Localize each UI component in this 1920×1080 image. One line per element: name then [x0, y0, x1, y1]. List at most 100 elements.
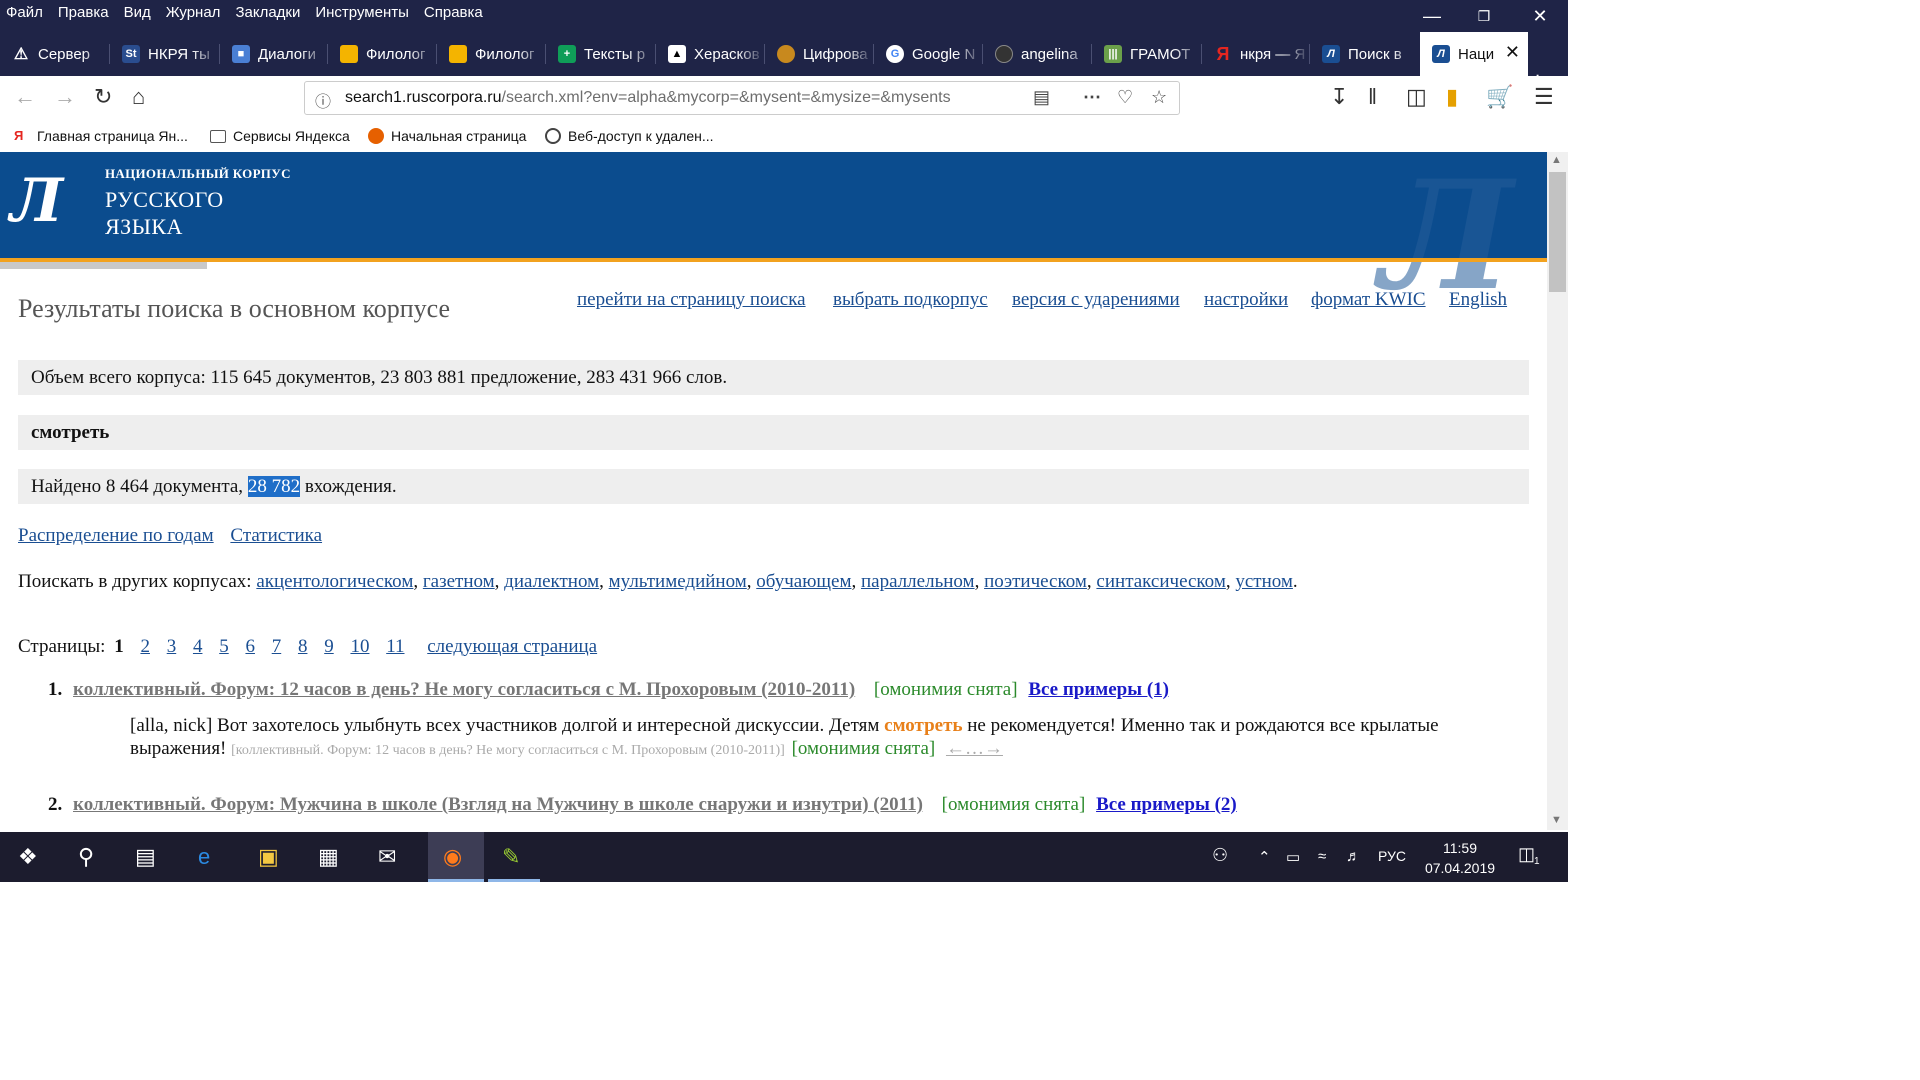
bookmark-web-access[interactable]: Веб-доступ к удален... — [545, 128, 714, 144]
page-link[interactable]: 10 — [350, 636, 369, 657]
site-logo-icon[interactable]: Л — [10, 166, 63, 236]
menu-edit[interactable]: Правка — [58, 4, 109, 21]
link-accent-version[interactable]: версия с ударениями — [1012, 289, 1180, 311]
page-link[interactable]: 2 — [140, 636, 150, 657]
link-statistics[interactable]: Статистика — [230, 525, 322, 546]
download-icon[interactable]: ↧ — [1330, 84, 1348, 110]
menu-file[interactable]: Файл — [6, 4, 43, 21]
show-hidden-icon[interactable]: ⌃ — [1258, 848, 1271, 866]
clock[interactable]: 11:59 07.04.2019 — [1400, 838, 1520, 878]
link-year-distribution[interactable]: Распределение по годам — [18, 525, 214, 546]
result-doc-link[interactable]: коллективный. Форум: 12 часов в день? Не… — [73, 679, 855, 700]
bookmark-flag-icon[interactable]: ▮ — [1446, 84, 1458, 110]
page-link[interactable]: 9 — [324, 636, 334, 657]
forward-icon[interactable]: → — [54, 84, 76, 110]
reload-icon[interactable]: ↻ — [94, 84, 112, 110]
corpus-link[interactable]: обучающем — [756, 571, 851, 592]
menu-bookmarks[interactable]: Закладки — [235, 4, 300, 21]
battery-icon[interactable]: ▭ — [1286, 848, 1300, 866]
back-icon[interactable]: ← — [14, 84, 36, 110]
menu-tools[interactable]: Инструменты — [315, 4, 409, 21]
menu-help[interactable]: Справка — [424, 4, 483, 21]
corpus-link[interactable]: газетном — [423, 571, 495, 592]
store-icon[interactable]: ▦ — [318, 844, 339, 870]
url-text[interactable]: search1.ruscorpora.ru/search.xml?env=alp… — [345, 89, 995, 107]
page-link[interactable]: 3 — [167, 636, 177, 657]
people-icon[interactable]: ⚇ — [1212, 845, 1228, 866]
page-link[interactable]: 5 — [219, 636, 229, 657]
page-link[interactable]: 4 — [193, 636, 203, 657]
tab-google[interactable]: G Google N — [874, 32, 983, 76]
link-english[interactable]: English — [1449, 289, 1507, 311]
library-icon[interactable]: ‖ — [1368, 84, 1377, 110]
volume-icon[interactable]: ♬ — [1346, 848, 1361, 865]
corpus-link[interactable]: акцентологическом — [256, 571, 413, 592]
search-icon[interactable]: ⚲ — [78, 844, 94, 870]
notepad-icon[interactable]: ✎ — [502, 844, 520, 870]
home-icon[interactable]: ⌂ — [132, 84, 145, 110]
link-search-page[interactable]: перейти на страницу поиска — [577, 289, 806, 311]
edge-icon[interactable]: e — [198, 844, 210, 870]
firefox-icon[interactable]: ◉ — [443, 844, 462, 870]
scroll-down-icon[interactable]: ▼ — [1551, 814, 1562, 826]
close-window-button[interactable]: ✕ — [1518, 2, 1562, 30]
url-bar[interactable]: ⓘ search1.ruscorpora.ru/search.xml?env=a… — [304, 81, 1180, 115]
expand-context-link[interactable]: ←…→ — [946, 738, 1003, 759]
reader-view-icon[interactable]: ▤ — [1033, 87, 1050, 108]
wifi-icon[interactable]: ≈ — [1318, 848, 1326, 865]
corpus-link[interactable]: поэтическом — [984, 571, 1087, 592]
next-page-link[interactable]: следующая страница — [427, 636, 597, 657]
page-link[interactable]: 6 — [245, 636, 255, 657]
link-kwic[interactable]: формат KWIC — [1311, 289, 1426, 311]
close-tab-icon[interactable]: ✕ — [1505, 42, 1520, 63]
all-examples-link[interactable]: Все примеры (2) — [1096, 794, 1237, 815]
all-examples-link[interactable]: Все примеры (1) — [1028, 679, 1169, 700]
restore-button[interactable]: ❐ — [1462, 2, 1506, 30]
page-link[interactable]: 11 — [386, 636, 404, 657]
corpus-link[interactable]: устном — [1235, 571, 1293, 592]
vertical-scrollbar[interactable]: ▲ ▼ — [1547, 152, 1568, 830]
page-link[interactable]: 8 — [298, 636, 308, 657]
star-icon[interactable]: ☆ — [1151, 87, 1167, 108]
pocket-icon[interactable]: ♡ — [1117, 87, 1133, 108]
tab-github[interactable]: angelina — [983, 32, 1092, 76]
corpus-link[interactable]: диалектном — [504, 571, 599, 592]
mail-icon[interactable]: ✉ — [378, 844, 396, 870]
corpus-link[interactable]: синтаксическом — [1096, 571, 1225, 592]
corpus-link[interactable]: мультимедийном — [609, 571, 747, 592]
tab-kheraskov[interactable]: ▲ Херасков — [656, 32, 765, 76]
bookmark-yandex-services[interactable]: Сервисы Яндекса — [210, 128, 350, 144]
tab-teksty[interactable]: + Тексты р — [546, 32, 656, 76]
bookmark-start-page[interactable]: Начальная страница — [368, 128, 526, 144]
tab-filolog-2[interactable]: Филолог — [437, 32, 546, 76]
tab-nkrya[interactable]: St НКРЯ ты — [110, 32, 220, 76]
tab-server[interactable]: ⚠ Сервер — [0, 32, 110, 76]
bookmark-yandex-home[interactable]: Я Главная страница Ян... — [14, 128, 188, 144]
menu-view[interactable]: Вид — [124, 4, 151, 21]
tab-filolog-1[interactable]: Филолог — [328, 32, 437, 76]
link-settings[interactable]: настройки — [1204, 289, 1288, 311]
corpus-link[interactable]: параллельном — [861, 571, 975, 592]
file-explorer-icon[interactable]: ▣ — [258, 844, 279, 870]
sidebar-icon[interactable]: ◫ — [1406, 84, 1427, 110]
more-actions-icon[interactable]: ⋯ — [1083, 87, 1101, 108]
scrollbar-thumb[interactable] — [1549, 172, 1566, 292]
scroll-up-icon[interactable]: ▲ — [1551, 154, 1562, 166]
tab-poisk[interactable]: Л Поиск в — [1310, 32, 1420, 76]
cart-icon[interactable]: 🛒 — [1486, 84, 1513, 110]
task-view-icon[interactable]: ▤ — [135, 844, 156, 870]
minimize-button[interactable]: — — [1410, 2, 1454, 30]
hamburger-menu-icon[interactable]: ☰ — [1534, 84, 1554, 110]
link-subcorpus[interactable]: выбрать подкорпус — [833, 289, 988, 311]
windows-start-icon[interactable]: ❖ — [18, 844, 38, 870]
notification-center-icon[interactable]: ◫ — [1518, 844, 1535, 865]
page-link[interactable]: 7 — [272, 636, 282, 657]
info-icon[interactable]: ⓘ — [315, 88, 331, 112]
menu-history[interactable]: Журнал — [166, 4, 221, 21]
result-doc-link[interactable]: коллективный. Форум: Мужчина в школе (Вз… — [73, 794, 923, 815]
tab-yandex[interactable]: Я нкря — Я — [1202, 32, 1310, 76]
tab-gramota[interactable]: ||| ГРАМОТ — [1092, 32, 1202, 76]
tab-tsifrova[interactable]: Цифрова — [765, 32, 874, 76]
tab-active-corpus[interactable]: Л Наци ✕ — [1420, 32, 1528, 76]
tab-dialogi[interactable]: ■ Диалоги — [220, 32, 328, 76]
